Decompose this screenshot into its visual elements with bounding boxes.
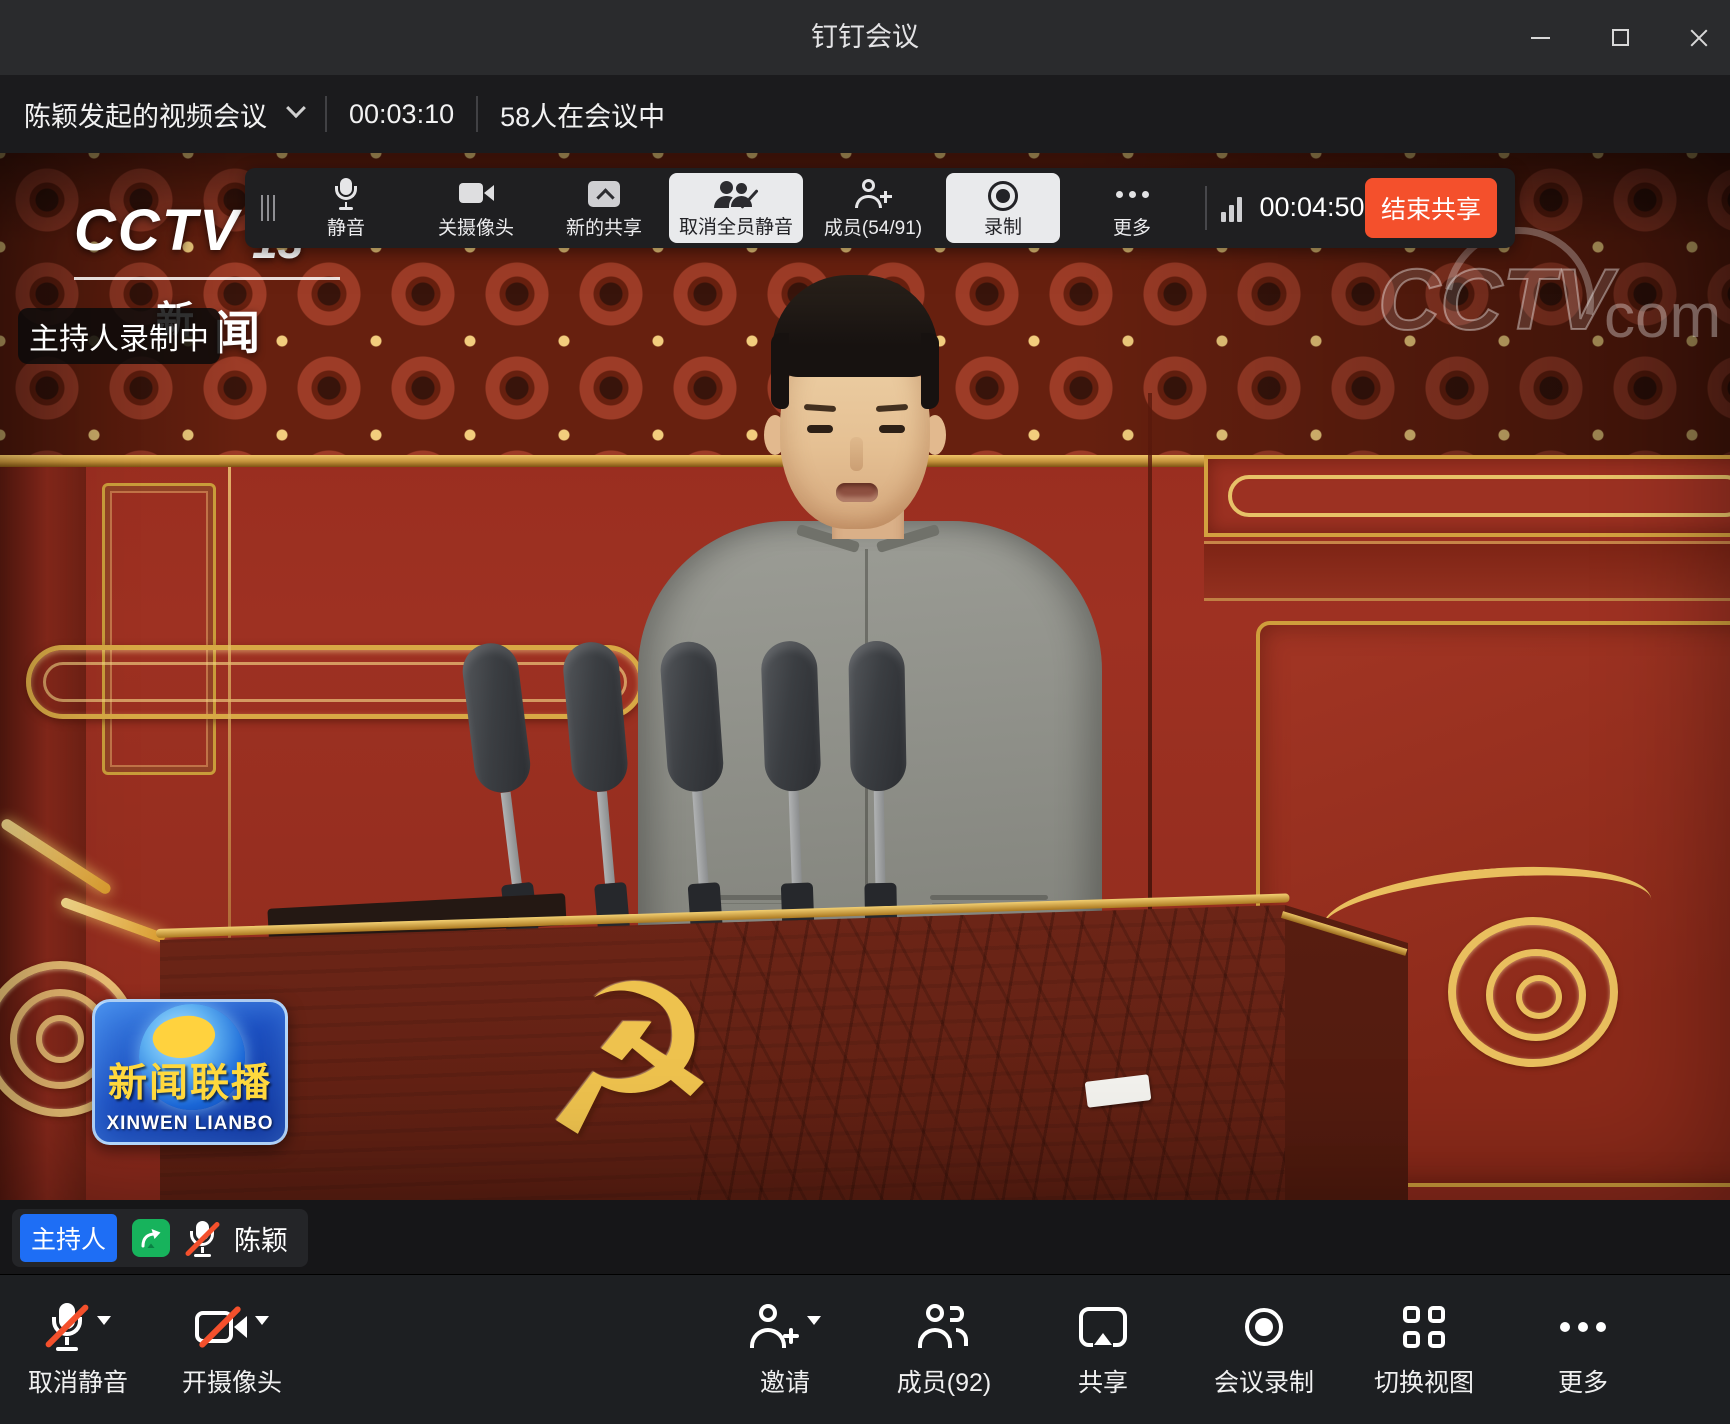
bottom-toolbar: 取消静音 开摄像头 邀请 成员(92) 共享 会议录制 切换视图 (0, 1274, 1730, 1424)
minimize-button[interactable] (1509, 0, 1571, 75)
divider (325, 96, 327, 132)
shared-screen-video: ☭ CCTV 13 新 闻 主持人录制中 CCTV com 新闻联播 XINWE… (0, 153, 1730, 1200)
screen-share-icon (588, 178, 620, 210)
grid-view-icon (1403, 1306, 1445, 1348)
unmute-all-icon (714, 180, 758, 212)
dingtalk-meeting-window: 钉钉会议 陈颖发起的视频会议 00:03:10 58人在会议中 (0, 0, 1730, 1424)
screen-share-icon (1079, 1307, 1127, 1347)
minimize-icon (1531, 37, 1550, 39)
speaker-name-bar: 主持人 陈颖 (0, 1200, 1730, 1274)
host-badge: 主持人 (20, 1214, 117, 1262)
title-bar: 钉钉会议 (0, 0, 1730, 75)
dropdown-arrow-icon[interactable] (97, 1316, 111, 1325)
door-gold-motif (26, 645, 644, 719)
more-dots-icon (1560, 1322, 1606, 1332)
more-button[interactable]: 更多 (1080, 174, 1184, 242)
mute-button[interactable]: 静音 (294, 174, 398, 242)
divider (476, 96, 478, 132)
door-panel (1204, 455, 1730, 537)
invite-button[interactable]: 邀请 (700, 1275, 870, 1424)
divider (1205, 186, 1207, 230)
dropdown-arrow-icon[interactable] (255, 1316, 269, 1325)
switch-view-button[interactable]: 切换视图 (1339, 1275, 1509, 1424)
toolbar-drag-handle[interactable] (255, 190, 281, 226)
speaker-chip: 主持人 陈颖 (12, 1209, 308, 1267)
cctv-com-watermark: CCTV com (1378, 237, 1718, 357)
camera-off-button[interactable]: 关摄像头 (424, 174, 528, 242)
more-button[interactable]: 更多 (1498, 1275, 1668, 1424)
meeting-info-bar: 陈颖发起的视频会议 00:03:10 58人在会议中 (0, 75, 1730, 153)
members-button[interactable]: 成员(92) (859, 1275, 1029, 1424)
unmute-all-button[interactable]: 取消全员静音 (669, 173, 803, 243)
speaker-name: 陈颖 (234, 1219, 288, 1258)
microphone-icon (331, 178, 361, 210)
camera-off-icon (195, 1307, 247, 1347)
door-panel (102, 483, 216, 775)
meeting-duration: 00:03:10 (349, 99, 454, 130)
meeting-title[interactable]: 陈颖发起的视频会议 (24, 95, 267, 134)
end-share-button[interactable]: 结束共享 (1365, 178, 1497, 238)
person-add-icon (749, 1304, 799, 1350)
participant-count: 58人在会议中 (500, 95, 665, 134)
window-title: 钉钉会议 (0, 0, 1730, 75)
dropdown-arrow-icon[interactable] (807, 1316, 821, 1325)
muted-microphone-icon (45, 1303, 89, 1351)
members-icon (918, 1304, 970, 1350)
host-recording-badge: 主持人录制中 (18, 308, 220, 364)
record-icon (988, 180, 1018, 212)
muted-microphone-icon (185, 1219, 219, 1257)
record-button[interactable]: 录制 (946, 173, 1060, 243)
chevron-down-icon[interactable] (286, 98, 306, 118)
share-duration: 00:04:50 (1257, 192, 1367, 223)
close-icon (1688, 27, 1710, 49)
close-button[interactable] (1668, 0, 1730, 75)
members-button[interactable]: 成员(54/91) (818, 174, 928, 242)
meeting-record-button[interactable]: 会议录制 (1179, 1275, 1349, 1424)
person-add-icon (854, 178, 892, 210)
xinwen-lianbo-logo: 新闻联播 XINWEN LIANBO (92, 999, 288, 1145)
party-emblem-icon: ☭ (531, 954, 725, 1168)
share-button[interactable]: 共享 (1018, 1275, 1188, 1424)
more-dots-icon (1116, 178, 1149, 210)
maximize-icon (1612, 29, 1629, 46)
screen-sharing-icon (132, 1219, 170, 1257)
record-icon (1245, 1308, 1283, 1346)
unmute-button[interactable]: 取消静音 (0, 1275, 163, 1424)
share-floating-toolbar: 静音 关摄像头 新的共享 取消全员静音 成员(54/91) 录制 (245, 168, 1515, 248)
camera-icon (457, 178, 495, 210)
new-share-button[interactable]: 新的共享 (552, 174, 656, 242)
maximize-button[interactable] (1589, 0, 1651, 75)
camera-on-button[interactable]: 开摄像头 (147, 1275, 317, 1424)
network-signal-icon (1221, 194, 1251, 222)
